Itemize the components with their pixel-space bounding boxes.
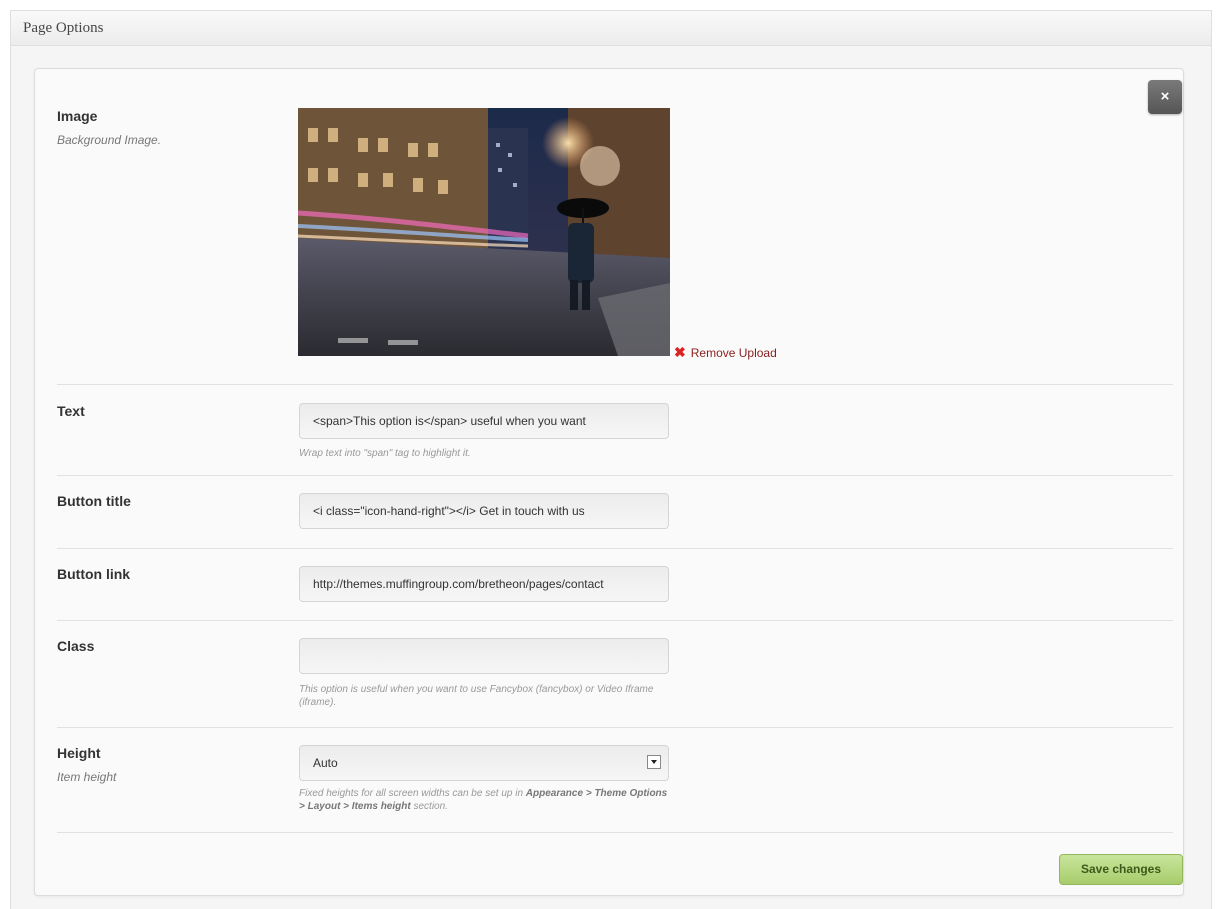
class-label: Class — [57, 638, 95, 654]
height-description: Item height — [57, 770, 117, 784]
remove-upload-label: Remove Upload — [690, 346, 777, 360]
close-icon: × — [1160, 88, 1170, 105]
button-title-row: Button title <i class="icon-hand-right">… — [57, 493, 1173, 533]
divider — [57, 620, 1173, 621]
height-row: Height Item height Auto Fixed heights fo… — [57, 745, 1173, 825]
options-panel: × Image Background Image. ✖ Remove Uploa… — [34, 68, 1184, 896]
height-select[interactable]: Auto — [299, 745, 669, 781]
page-options-metabox: Page Options × Image Background Image. ✖… — [10, 10, 1212, 909]
height-select-value: Auto — [313, 756, 338, 770]
text-row: Text <span>This option is</span> useful … — [57, 403, 1173, 473]
save-changes-button[interactable]: Save changes — [1059, 854, 1183, 885]
divider — [57, 548, 1173, 549]
button-title-input[interactable]: <i class="icon-hand-right"></i> Get in t… — [299, 493, 669, 529]
remove-upload-link[interactable]: ✖ Remove Upload — [674, 344, 777, 361]
button-link-input[interactable]: http://themes.muffingroup.com/bretheon/p… — [299, 566, 669, 602]
divider — [57, 384, 1173, 385]
metabox-title[interactable]: Page Options — [11, 11, 1211, 46]
height-help-suffix: section. — [410, 801, 448, 812]
button-title-label: Button title — [57, 493, 131, 509]
divider — [57, 832, 1173, 833]
height-label: Height — [57, 745, 101, 761]
class-help: This option is useful when you want to u… — [299, 684, 654, 708]
class-row: Class This option is useful when you wan… — [57, 638, 1173, 718]
text-help: Wrap text into "span" tag to highlight i… — [299, 448, 471, 459]
image-label: Image — [57, 108, 98, 124]
background-image-preview[interactable] — [298, 108, 670, 356]
image-description: Background Image. — [57, 133, 162, 147]
divider — [57, 475, 1173, 476]
remove-x-icon: ✖ — [674, 344, 686, 360]
divider — [57, 727, 1173, 728]
image-row: Image Background Image. ✖ Remove Upload — [57, 108, 1173, 361]
chevron-down-icon[interactable] — [647, 755, 661, 769]
class-input[interactable] — [299, 638, 669, 674]
button-link-row: Button link http://themes.muffingroup.co… — [57, 566, 1173, 606]
height-help-text: Fixed heights for all screen widths can … — [299, 788, 526, 799]
height-help: Fixed heights for all screen widths can … — [299, 787, 669, 813]
city-street-night-photo — [298, 108, 670, 356]
button-link-label: Button link — [57, 566, 131, 582]
text-input[interactable]: <span>This option is</span> useful when … — [299, 403, 669, 439]
text-label: Text — [57, 403, 85, 419]
